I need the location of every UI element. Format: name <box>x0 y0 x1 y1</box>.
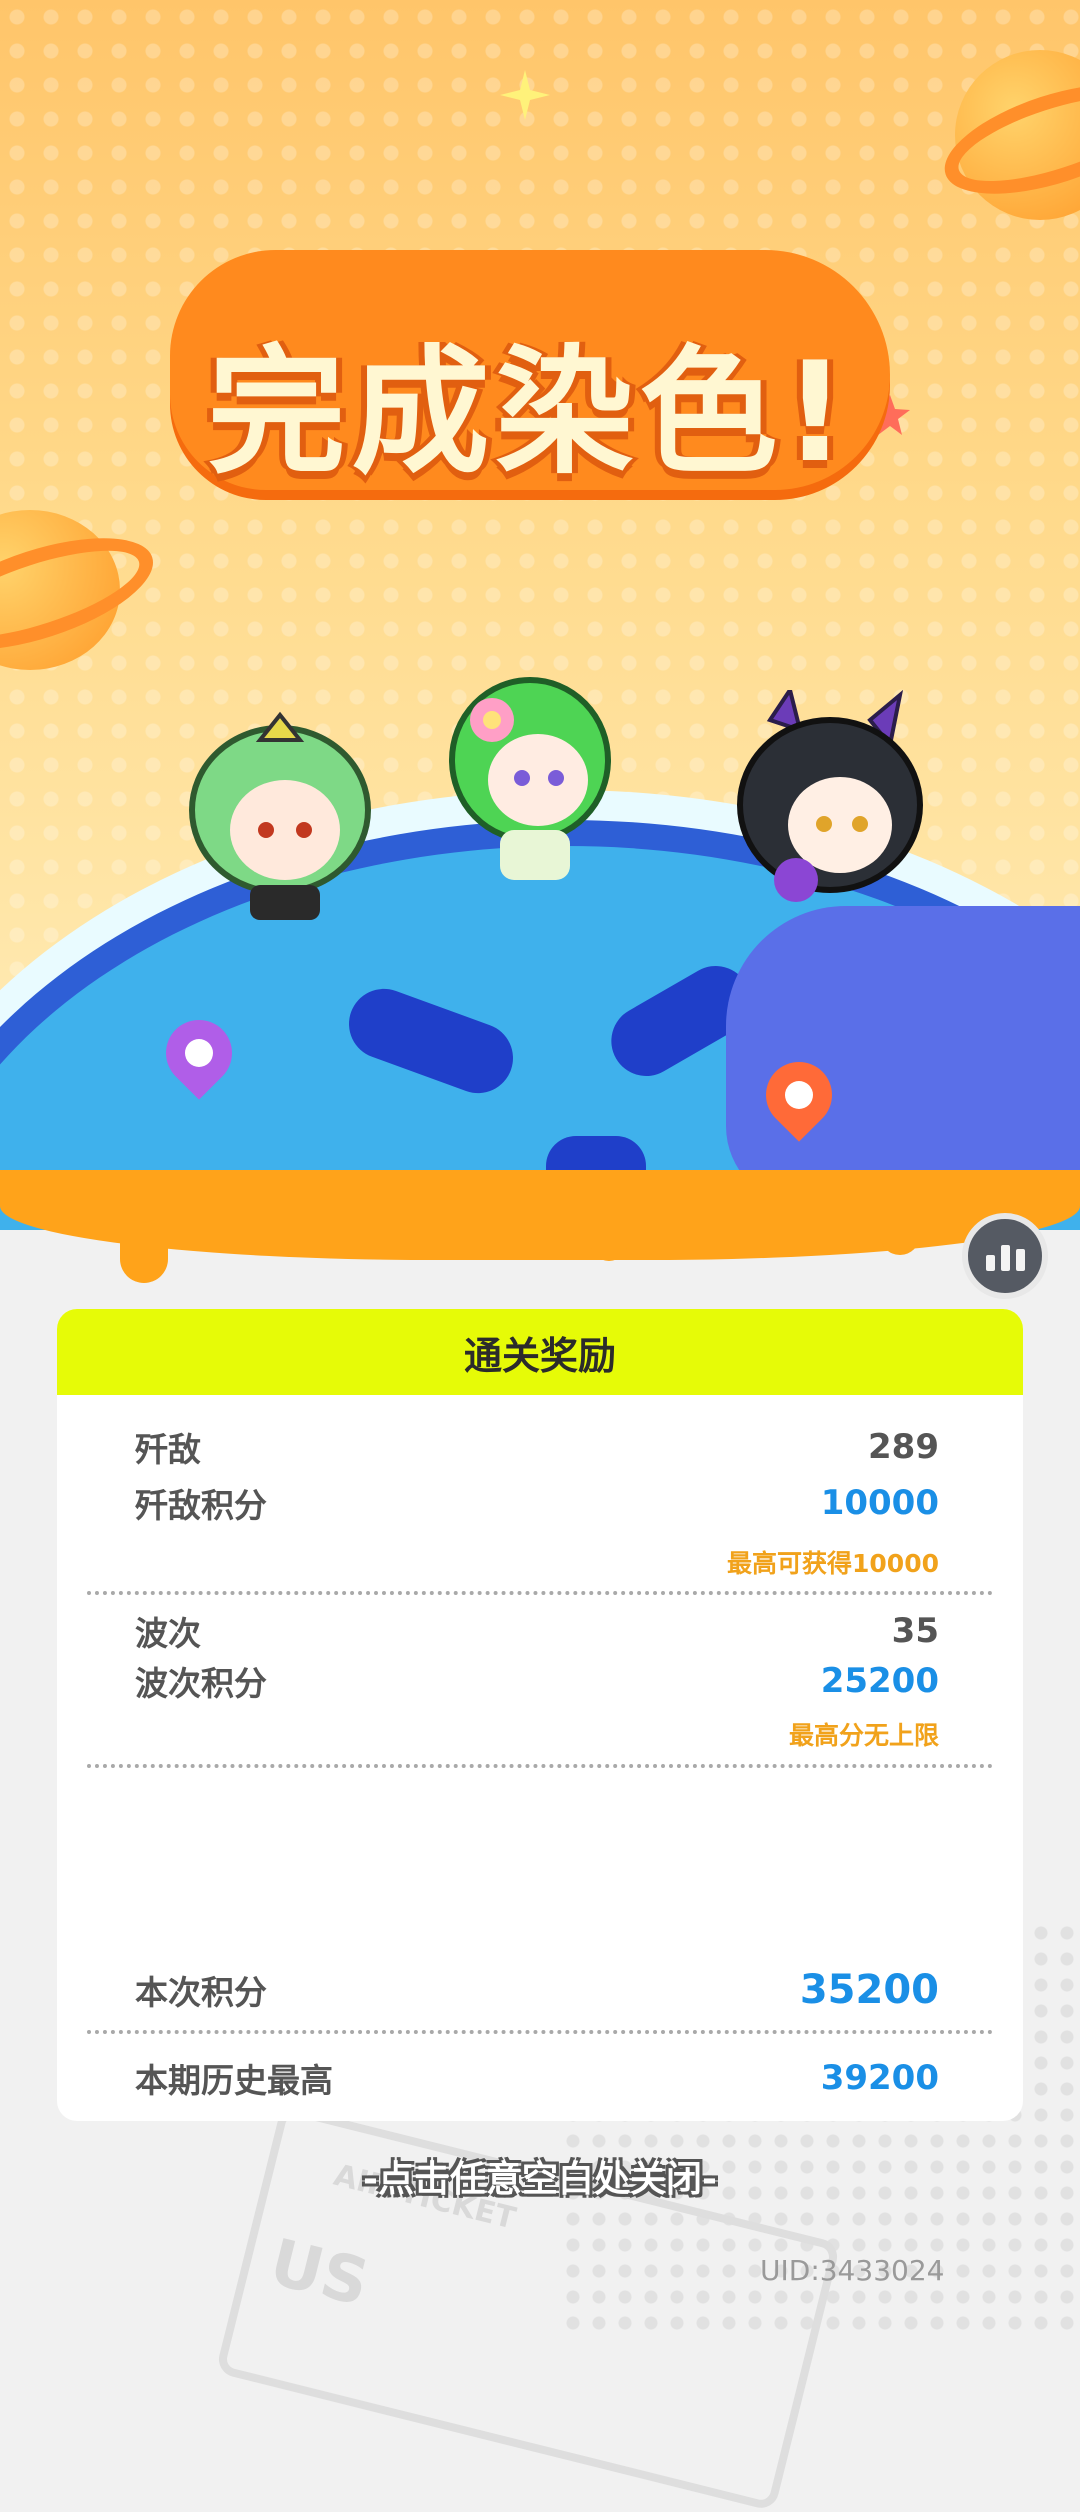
continent-shape <box>339 979 523 1103</box>
page-title: 完成染色! <box>207 332 853 493</box>
waves-value: 35 <box>891 1611 939 1651</box>
wave-score-note: 最高分无上限 <box>788 1721 939 1750</box>
slime-drip <box>120 1225 168 1283</box>
character-green-hair-left <box>189 711 371 920</box>
stats-button[interactable] <box>962 1213 1048 1299</box>
kill-score-label: 歼敌积分 <box>135 1486 267 1525</box>
sparkle-icon <box>500 70 550 120</box>
kill-score-value: 10000 <box>820 1483 939 1523</box>
best-score-label: 本期历史最高 <box>135 2061 333 2100</box>
character-dark-hair-right <box>737 690 923 902</box>
card-header: 通关奖励 <box>57 1309 1023 1395</box>
wave-score-label: 波次积分 <box>135 1664 267 1703</box>
kill-score-row: 歼敌积分 10000 <box>135 1479 939 1527</box>
kill-score-note: 最高可获得10000 <box>727 1549 939 1578</box>
divider <box>87 2030 993 2034</box>
continent-shape <box>726 906 1080 1206</box>
reward-card: 通关奖励 歼敌 289 歼敌积分 10000 最高可获得10000 波次 35 … <box>57 1309 1023 2121</box>
total-score-row: 本次积分 35200 <box>135 1966 939 2014</box>
kills-label: 歼敌 <box>135 1430 201 1469</box>
kills-value: 289 <box>868 1427 939 1467</box>
waves-label: 波次 <box>135 1614 201 1653</box>
wave-score-row: 波次积分 25200 <box>135 1657 939 1705</box>
total-score-label: 本次积分 <box>135 1973 267 2012</box>
divider <box>87 1764 993 1768</box>
wave-score-value: 25200 <box>820 1661 939 1701</box>
ticket-code: US <box>262 2225 376 2322</box>
total-score-value: 35200 <box>799 1967 939 2013</box>
best-score-value: 39200 <box>820 2058 939 2098</box>
close-hint[interactable]: -点击任意空白处关闭- <box>0 2150 1080 2202</box>
celebration-scene: 完成染色! <box>0 0 1080 1230</box>
uid-label: UID:3433024 <box>760 2254 945 2287</box>
character-flower-girl-center <box>449 677 611 880</box>
kills-row: 歼敌 289 <box>135 1423 939 1471</box>
bar-chart-icon <box>985 1255 995 1271</box>
bar-chart-icon <box>1000 1245 1010 1271</box>
divider <box>87 1591 993 1595</box>
best-score-row: 本期历史最高 39200 <box>135 2054 939 2102</box>
bar-chart-icon <box>1015 1249 1025 1271</box>
waves-row: 波次 35 <box>135 1607 939 1655</box>
